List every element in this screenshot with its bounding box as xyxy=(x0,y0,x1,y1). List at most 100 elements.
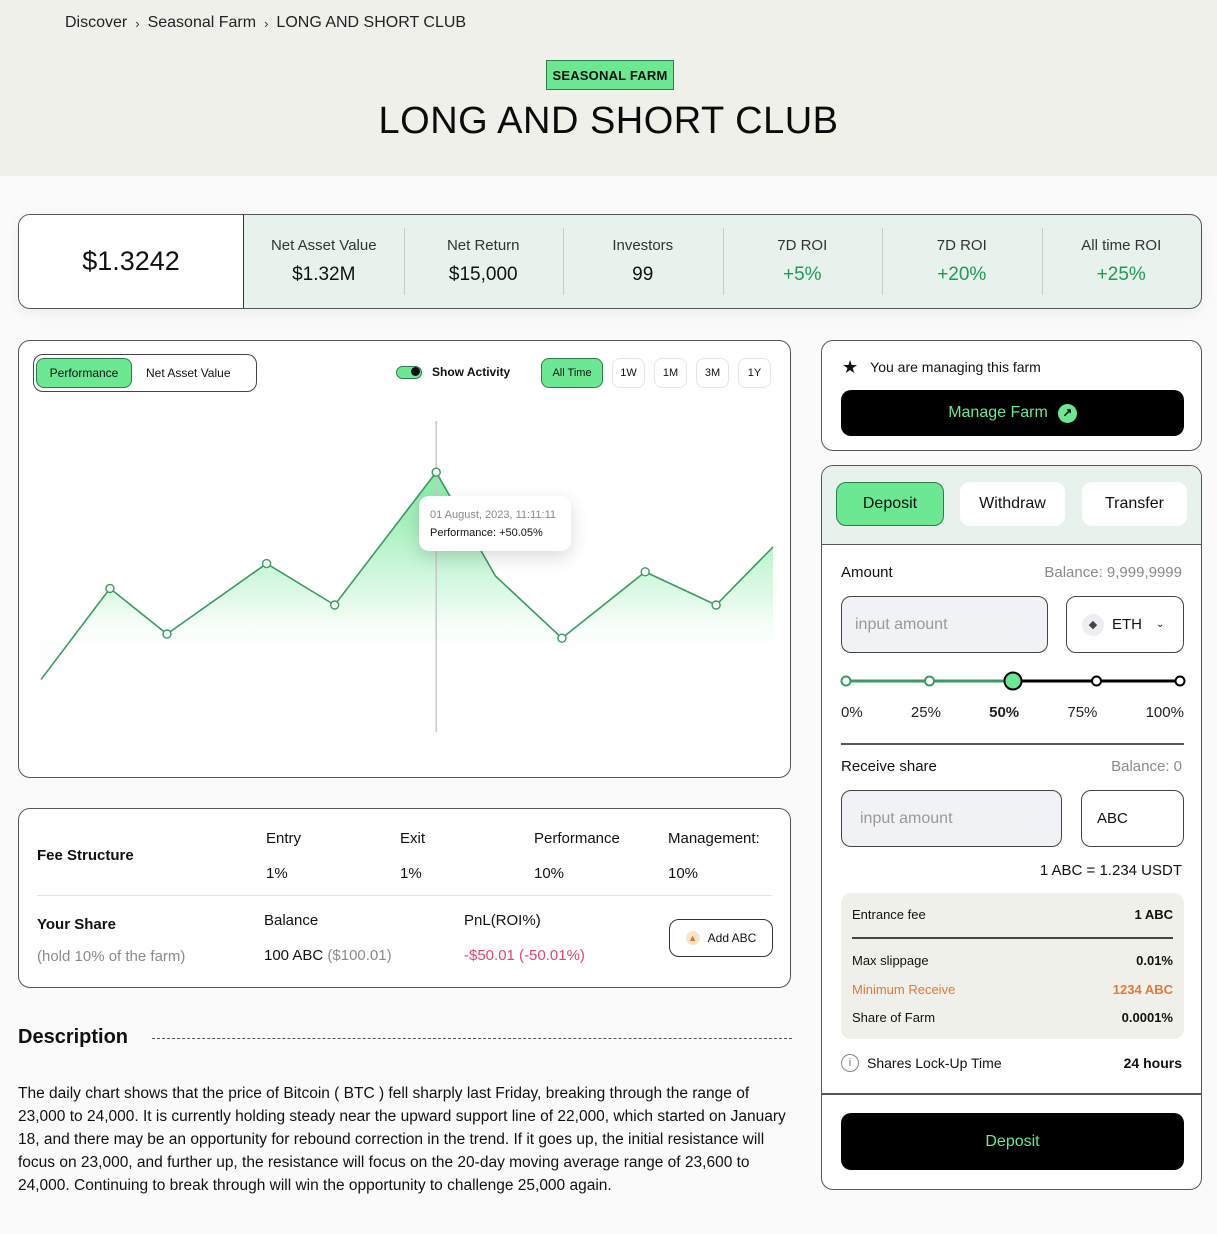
your-share-title: Your Share xyxy=(37,916,116,933)
slider-step xyxy=(1174,675,1186,687)
tab-withdraw[interactable]: Withdraw xyxy=(960,482,1065,526)
star-list-icon: ★ xyxy=(842,357,859,377)
lock-up-value: 24 hours xyxy=(1123,1055,1182,1071)
lock-up-time: i Shares Lock-Up Time 24 hours xyxy=(841,1054,1182,1072)
chart-area-fill xyxy=(41,472,773,680)
deposit-submit-button[interactable]: Deposit xyxy=(841,1113,1184,1170)
description-text: The daily chart shows that the price of … xyxy=(18,1085,786,1194)
slider-tick[interactable]: 100% xyxy=(1146,704,1184,721)
metamask-fox-icon: ▲ xyxy=(685,931,700,945)
stat-7d-roi: 7D ROI +5% xyxy=(722,215,883,308)
slider-tick[interactable]: 50% xyxy=(989,704,1019,721)
chart-point xyxy=(557,633,567,643)
tab-performance[interactable]: Performance xyxy=(36,358,132,388)
amount-balance: Balance: 9,999,9999 xyxy=(1044,564,1182,581)
show-activity-toggle[interactable] xyxy=(396,365,422,379)
breadcrumb-seasonal-farm[interactable]: Seasonal Farm xyxy=(148,14,257,32)
range-1m[interactable]: 1M xyxy=(654,358,687,388)
chart-point xyxy=(711,600,721,610)
pnl-label: PnL(ROI%) xyxy=(464,912,541,929)
balance-value: 100 ABC ($100.01) xyxy=(264,947,392,964)
slider-tick[interactable]: 75% xyxy=(1067,704,1097,721)
amount-input[interactable]: input amount xyxy=(841,596,1048,653)
stat-all-time-roi: All time ROI +25% xyxy=(1041,215,1202,308)
manage-farm-button[interactable]: Manage Farm ↗ xyxy=(841,390,1184,436)
performance-chart-card: Performance Net Asset Value Show Activit… xyxy=(18,340,791,778)
tab-transfer[interactable]: Transfer xyxy=(1082,482,1187,526)
slider-step xyxy=(924,675,935,687)
summary-value: 1 ABC xyxy=(1134,907,1173,922)
summary-value: 0.01% xyxy=(1136,953,1173,968)
divider xyxy=(822,1093,1201,1095)
time-range-selector: All Time 1W 1M 3M 1Y xyxy=(541,358,771,388)
info-icon[interactable]: i xyxy=(841,1054,859,1072)
fee-structure-title: Fee Structure xyxy=(37,847,134,864)
chevron-right-icon: › xyxy=(135,15,140,31)
range-all-time[interactable]: All Time xyxy=(541,358,603,388)
breadcrumb: Discover › Seasonal Farm › LONG AND SHOR… xyxy=(65,14,466,32)
range-1y[interactable]: 1Y xyxy=(738,358,771,388)
summary-row-share-of-farm: Share of Farm 0.0001% xyxy=(852,1010,1173,1025)
chart-point xyxy=(431,467,441,477)
receive-share-label: Receive share xyxy=(841,758,937,775)
stat-value: +20% xyxy=(937,264,987,285)
amount-slider[interactable] xyxy=(838,670,1188,694)
ethereum-icon: ◆ xyxy=(1082,613,1104,636)
breadcrumb-discover[interactable]: Discover xyxy=(65,14,127,32)
stat-net-asset-value: Net Asset Value $1.32M xyxy=(244,215,404,308)
summary-row-minimum-receive: Minimum Receive 1234 ABC xyxy=(852,982,1173,997)
balance-label: Balance xyxy=(264,912,319,929)
slider-tick[interactable]: 0% xyxy=(841,704,863,721)
stat-value: $1.32M xyxy=(292,264,356,285)
manage-farm-label: Manage Farm xyxy=(948,404,1048,421)
slider-tick[interactable]: 25% xyxy=(911,704,941,721)
receive-input[interactable]: input amount xyxy=(841,790,1062,847)
stat-value: +5% xyxy=(782,264,822,285)
your-share-subtitle: (hold 10% of the farm) xyxy=(37,948,186,965)
chart-point xyxy=(162,629,172,639)
fee-performance-value: 10% xyxy=(534,865,565,882)
balance-amount: 100 ABC xyxy=(264,947,324,964)
slider-thumb xyxy=(1003,671,1023,691)
chart-point xyxy=(329,600,340,610)
trade-tabs: Deposit Withdraw Transfer xyxy=(822,466,1201,545)
stat-investors: Investors 99 xyxy=(563,215,723,308)
deposit-summary: Entrance fee 1 ABC Max slippage 0.01% Mi… xyxy=(841,893,1184,1039)
breadcrumb-current: LONG AND SHORT CLUB xyxy=(276,14,467,31)
stat-net-return: Net Return $15,000 xyxy=(403,215,564,308)
amount-label: Amount xyxy=(841,564,893,581)
exchange-rate: 1 ABC = 1.234 USDT xyxy=(1039,862,1182,879)
chart-point xyxy=(105,583,115,594)
manager-notice-text: You are managing this farm xyxy=(870,359,1041,375)
token-select[interactable]: ◆ ETH ⌄ xyxy=(1066,596,1184,653)
performance-chart[interactable] xyxy=(19,401,790,741)
summary-row-max-slippage: Max slippage 0.01% xyxy=(852,953,1173,968)
summary-value: 0.0001% xyxy=(1121,1010,1173,1025)
trade-panel: Deposit Withdraw Transfer Amount Balance… xyxy=(821,465,1202,1190)
receive-token: ABC xyxy=(1081,790,1184,847)
add-abc-button[interactable]: ▲ Add ABC xyxy=(669,919,773,957)
range-3m[interactable]: 3M xyxy=(696,358,729,388)
stats-bar: $1.3242 Net Asset Value $1.32M Net Retur… xyxy=(18,214,1202,309)
tab-net-asset-value[interactable]: Net Asset Value xyxy=(136,358,241,388)
stat-value: +25% xyxy=(1096,264,1146,285)
tab-deposit[interactable]: Deposit xyxy=(836,482,944,526)
divider xyxy=(841,743,1184,745)
stat-label: Net Return xyxy=(446,237,520,254)
chart-tooltip: 01 August, 2023, 11:11:11 Performance: +… xyxy=(419,496,571,551)
manage-farm-card: ★ You are managing this farm Manage Farm… xyxy=(821,340,1202,451)
fee-management-label: Management: xyxy=(668,830,760,847)
balance-usd: ($100.01) xyxy=(327,947,392,964)
stat-value: 99 xyxy=(632,264,654,285)
stat-label: Net Asset Value xyxy=(270,237,377,254)
summary-label: Share of Farm xyxy=(852,1010,936,1025)
divider xyxy=(37,895,772,896)
receive-balance: Balance: 0 xyxy=(1111,758,1182,775)
range-1w[interactable]: 1W xyxy=(612,358,645,388)
farm-type-badge: SEASONAL FARM xyxy=(546,60,674,90)
stat-7d-roi-2: 7D ROI +20% xyxy=(882,215,1042,308)
show-activity-label: Show Activity xyxy=(432,365,511,379)
add-abc-label: Add ABC xyxy=(707,931,757,945)
fee-and-share-card: Fee Structure Entry 1% Exit 1% Performan… xyxy=(18,808,791,988)
arrow-up-right-icon: ↗ xyxy=(1057,403,1077,423)
